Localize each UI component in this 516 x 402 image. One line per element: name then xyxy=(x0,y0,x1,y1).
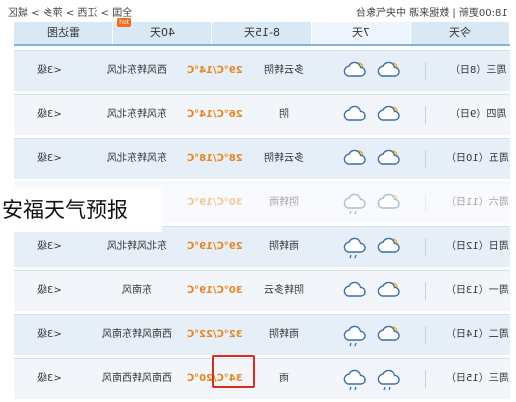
rain-icon xyxy=(342,183,368,223)
temperature: 30℃/19℃ xyxy=(187,197,243,208)
wind-direction: 西南风转东南风 xyxy=(102,329,172,340)
day-label: 周四（9日） xyxy=(449,109,506,120)
weather-desc: 阴 xyxy=(279,109,289,120)
wind-level: <3级 xyxy=(36,109,62,120)
temperature: 26℃/14℃ xyxy=(187,109,243,120)
day-label: 周日（12日） xyxy=(446,241,509,252)
day-label: 周三（8日） xyxy=(449,65,506,76)
wind-level: <3级 xyxy=(36,241,62,252)
temperature: 29℃/19℃ xyxy=(187,241,243,252)
tab-40-days[interactable]: hot 40天 xyxy=(113,18,213,44)
partly-cloudy-icon xyxy=(376,315,402,355)
row-divider xyxy=(425,326,426,344)
forecast-tabs: 雷达图 hot 40天 8-15天 7天 今天 xyxy=(14,18,511,46)
row-divider xyxy=(425,370,426,388)
partly-cloudy-icon xyxy=(342,51,368,91)
temperature: 28℃/18℃ xyxy=(187,153,243,164)
row-divider xyxy=(425,282,426,300)
weather-desc: 雨转阴 xyxy=(269,241,299,252)
day-label: 周一（13日） xyxy=(446,285,509,296)
hot-badge: hot xyxy=(117,18,132,27)
weather-desc: 雨 xyxy=(279,373,289,384)
partly-cloudy-icon xyxy=(376,183,402,223)
weather-desc: 多云转阴 xyxy=(264,65,304,76)
partly-cloudy-icon xyxy=(376,227,402,267)
weather-desc: 多云转阴 xyxy=(264,153,304,164)
wind-level: <3级 xyxy=(36,329,62,340)
tab-today[interactable]: 今天 xyxy=(410,22,511,44)
page-title: 安福天气预报 xyxy=(0,188,162,232)
wind-level: <3级 xyxy=(36,153,62,164)
temperature: 32℃/22℃ xyxy=(187,329,243,340)
row-divider xyxy=(425,62,426,80)
day-label: 周五（10日） xyxy=(446,153,509,164)
partly-cloudy-icon xyxy=(376,139,402,179)
tab-7-days[interactable]: 7天 xyxy=(311,22,411,44)
cloudy-icon xyxy=(342,271,368,311)
partly-cloudy-icon xyxy=(342,139,368,179)
weather-desc: 阴转雨 xyxy=(269,197,299,208)
tab-radar[interactable]: 雷达图 xyxy=(14,22,114,44)
row-divider xyxy=(425,238,426,256)
partly-cloudy-icon xyxy=(376,95,402,135)
wind-direction: 东风转东北风 xyxy=(107,109,167,120)
wind-level: <3级 xyxy=(36,373,62,384)
day-label: 周二（14日） xyxy=(446,329,509,340)
rain-icon xyxy=(376,359,402,399)
row-divider xyxy=(425,106,426,124)
forecast-row: 周三（8日） 多云转阴 29℃/14℃ 西风转东北风 <3级 xyxy=(14,50,510,91)
tab-8-15-days[interactable]: 8-15天 xyxy=(212,22,312,44)
rain-icon xyxy=(342,359,368,399)
wind-direction: 东南风 xyxy=(122,285,152,296)
top-bar: 全国 > 江西 > 萍乡 > 城区 18:00更新 | 数据来源 中央气象台 xyxy=(0,0,516,22)
temperature-highlight-box xyxy=(212,355,255,388)
forecast-row: 周三（15日）雨 34℃/20℃ 西南风转西南风 <3级 xyxy=(14,358,510,399)
forecast-row: 周五（10日） 多云转阴 28℃/18℃ 东风转东北风 <3级 xyxy=(14,138,510,179)
forecast-row: 周日（12日） 雨转阴 29℃/19℃ 东北风转北风 <3级 xyxy=(14,226,510,267)
day-label: 周三（15日） xyxy=(446,373,509,384)
weather-desc: 雨转阴 xyxy=(269,329,299,340)
partly-cloudy-icon xyxy=(376,51,402,91)
forecast-row: 周一（13日） 阴转多云 30℃/19℃ 东南风 <3级 xyxy=(14,270,510,311)
breadcrumb[interactable]: 全国 > 江西 > 萍乡 > 城区 xyxy=(8,4,132,19)
day-label: 周六（11日） xyxy=(446,197,509,208)
rain-icon xyxy=(342,227,368,267)
row-divider xyxy=(425,150,426,168)
forecast-row: 周二（14日） 雨转阴 32℃/22℃ 西南风转东南风 <3级 xyxy=(14,314,510,355)
update-info: 18:00更新 | 数据来源 中央气象台 xyxy=(356,8,508,19)
temperature: 30℃/19℃ xyxy=(187,285,243,296)
cloudy-icon xyxy=(342,95,368,135)
partly-cloudy-icon xyxy=(376,271,402,311)
rain-icon xyxy=(342,315,368,355)
forecast-row: 周四（9日） 阴 26℃/14℃ 东风转东北风 <3级 xyxy=(14,94,510,135)
wind-direction: 西风转东北风 xyxy=(107,65,167,76)
row-divider xyxy=(425,194,426,212)
weather-desc: 阴转多云 xyxy=(264,285,304,296)
wind-direction: 西南风转西南风 xyxy=(102,373,172,384)
wind-direction: 东北风转北风 xyxy=(107,241,167,252)
temperature: 29℃/14℃ xyxy=(187,65,243,76)
wind-level: <3级 xyxy=(36,65,62,76)
wind-direction: 东风转东北风 xyxy=(107,153,167,164)
wind-level: <3级 xyxy=(36,285,62,296)
